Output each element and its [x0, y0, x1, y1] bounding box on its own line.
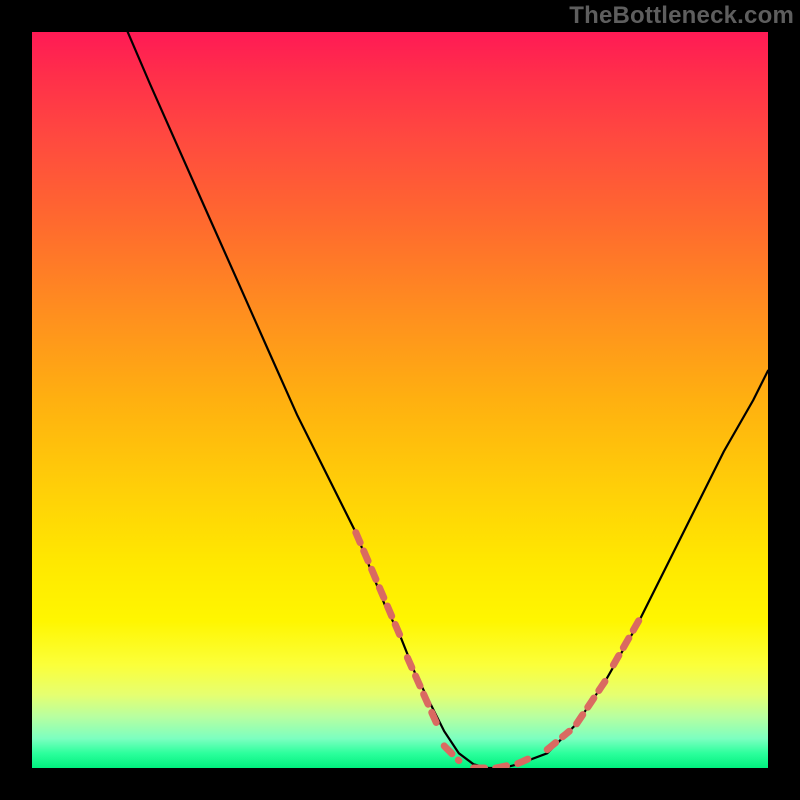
curve-svg — [32, 32, 768, 768]
plot-area — [32, 32, 768, 768]
watermark-text: TheBottleneck.com — [569, 2, 794, 30]
main-curve — [128, 32, 768, 768]
highlight-segments — [356, 533, 643, 769]
chart-container: TheBottleneck.com — [0, 0, 800, 800]
